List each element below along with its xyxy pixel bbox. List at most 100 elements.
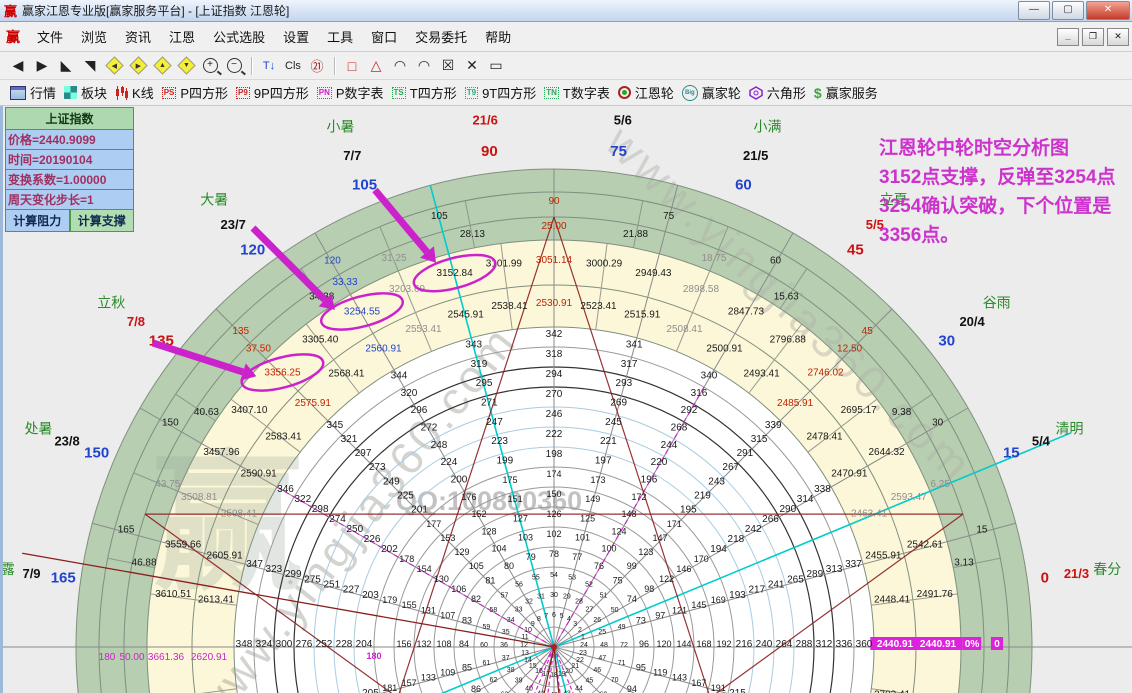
svg-text:348: 348 (236, 639, 253, 650)
svg-text:324: 324 (256, 639, 273, 650)
gann-wheel-chart-area: 赢www.yingjia360.comwww.yingjia360.comQQ:… (0, 106, 1132, 693)
menu-item-4[interactable]: 公式选股 (204, 23, 274, 50)
svg-text:29: 29 (563, 594, 571, 601)
maximize-button[interactable]: ▢ (1052, 1, 1084, 20)
svg-text:276: 276 (296, 639, 313, 650)
arc-ccw-tool-icon[interactable]: ◠ (414, 56, 434, 76)
svg-text:2463.41: 2463.41 (851, 509, 888, 520)
pan-up-diamond-icon[interactable]: ▲ (152, 56, 172, 76)
svg-text:143: 143 (672, 673, 687, 683)
free-x-tool-icon[interactable]: ✕ (462, 56, 482, 76)
svg-text:2542.61: 2542.61 (907, 540, 944, 551)
prev-arrow-icon[interactable]: ◀ (8, 56, 28, 76)
menu-item-2[interactable]: 资讯 (116, 23, 160, 50)
calendar-tool-icon[interactable]: ㉑ (307, 56, 327, 76)
svg-text:3559.66: 3559.66 (165, 540, 202, 551)
svg-text:59: 59 (482, 624, 490, 631)
arc-cw-tool-icon[interactable]: ◠ (390, 56, 410, 76)
kline-label: K线 (132, 83, 154, 102)
menu-item-9[interactable]: 帮助 (476, 23, 520, 50)
module-winner-wheel-module[interactable]: Big赢家轮 (682, 83, 741, 102)
svg-text:318: 318 (546, 349, 563, 360)
module-9p-square[interactable]: P99P四方形 (236, 83, 309, 102)
menu-item-6[interactable]: 工具 (318, 23, 362, 50)
screen-tool-icon[interactable]: ▭ (486, 56, 506, 76)
menu-item-0[interactable]: 文件 (28, 23, 72, 50)
svg-text:34: 34 (507, 617, 515, 624)
svg-text:168: 168 (696, 639, 711, 649)
close-button[interactable]: ✕ (1086, 1, 1130, 20)
svg-text:28: 28 (575, 599, 583, 606)
next-arrow-icon[interactable]: ▶ (32, 56, 52, 76)
svg-text:2575.91: 2575.91 (295, 398, 332, 409)
svg-text:2583.41: 2583.41 (265, 431, 302, 442)
svg-text:180: 180 (366, 651, 381, 661)
zoom-out-tool-icon[interactable]: − (224, 56, 244, 76)
minimize-button[interactable]: — (1018, 1, 1050, 20)
child-minimize-button[interactable]: _ (1057, 28, 1079, 46)
menu-item-5[interactable]: 设置 (274, 23, 318, 50)
svg-text:21/3: 21/3 (1064, 566, 1089, 581)
menu-item-8[interactable]: 交易委托 (406, 23, 476, 50)
svg-text:2644.32: 2644.32 (868, 447, 905, 458)
menu-item-3[interactable]: 江恩 (160, 23, 204, 50)
calc-support-button[interactable]: 计算支撑 (70, 210, 135, 232)
svg-text:194: 194 (710, 544, 727, 555)
svg-text:314: 314 (797, 494, 814, 505)
svg-text:175: 175 (502, 475, 517, 485)
menu-item-1[interactable]: 浏览 (72, 23, 116, 50)
svg-text:156: 156 (396, 639, 411, 649)
module-kline[interactable]: K线 (115, 83, 154, 102)
child-close-button[interactable]: ✕ (1107, 28, 1129, 46)
boxed-x-tool-icon[interactable]: ☒ (438, 56, 458, 76)
triangle-tool-icon[interactable]: △ (366, 56, 386, 76)
module-quotes[interactable]: 行情 (10, 83, 56, 102)
cursor-down-tool-icon[interactable]: ◥ (80, 56, 100, 76)
pan-down-diamond-icon[interactable]: ▼ (176, 56, 196, 76)
svg-text:31: 31 (537, 594, 545, 601)
module-t-square[interactable]: TST四方形 (392, 83, 457, 102)
svg-text:271: 271 (481, 398, 498, 409)
menu-item-7[interactable]: 窗口 (362, 23, 406, 50)
svg-text:319: 319 (471, 359, 488, 370)
module-p-square[interactable]: PSP四方形 (162, 83, 228, 102)
svg-text:148: 148 (621, 509, 636, 519)
svg-text:24: 24 (580, 642, 588, 649)
svg-text:290: 290 (779, 504, 796, 515)
svg-text:222: 222 (546, 429, 563, 440)
svg-text:242: 242 (745, 524, 762, 535)
svg-text:2440.91: 2440.91 (877, 639, 914, 650)
svg-text:248: 248 (431, 440, 448, 451)
child-restore-button[interactable]: ❐ (1082, 28, 1104, 46)
module-gann-wheel-module[interactable]: 江恩轮 (618, 83, 674, 102)
module-sectors[interactable]: 板块 (64, 83, 107, 102)
svg-text:150: 150 (546, 489, 561, 499)
svg-text:322: 322 (295, 494, 312, 505)
svg-text:266: 266 (762, 514, 779, 525)
svg-text:247: 247 (486, 417, 503, 428)
rect-tool-icon[interactable]: □ (342, 56, 362, 76)
module-p-table[interactable]: PNP数字表 (317, 83, 384, 102)
scale-tool-icon[interactable]: T↓ (259, 56, 279, 76)
hexagon-module-icon (749, 86, 763, 100)
svg-text:98: 98 (644, 584, 654, 594)
module-hexagon-module[interactable]: 六角形 (749, 83, 806, 102)
svg-text:204: 204 (356, 639, 373, 650)
svg-text:97: 97 (655, 611, 665, 621)
pan-right-diamond-icon[interactable]: ▶ (128, 56, 148, 76)
svg-text:202: 202 (381, 544, 398, 555)
module-9t-square[interactable]: T99T四方形 (465, 83, 537, 102)
module-winner-service[interactable]: $赢家服务 (814, 83, 878, 102)
module-t-table[interactable]: TNT数字表 (544, 83, 610, 102)
svg-text:289: 289 (806, 569, 823, 580)
pan-left-diamond-icon[interactable]: ◀ (104, 56, 124, 76)
svg-text:3101.99: 3101.99 (486, 258, 523, 269)
cursor-up-tool-icon[interactable]: ◣ (56, 56, 76, 76)
calc-resistance-button[interactable]: 计算阻力 (5, 210, 70, 232)
svg-text:45: 45 (862, 326, 874, 337)
zoom-in-tool-icon[interactable]: + (200, 56, 220, 76)
parameter-row-0: 价格=2440.9099 (5, 130, 134, 150)
cls-tool-icon[interactable]: Cls (283, 56, 303, 76)
svg-text:200: 200 (451, 474, 468, 485)
svg-text:75: 75 (613, 575, 623, 585)
